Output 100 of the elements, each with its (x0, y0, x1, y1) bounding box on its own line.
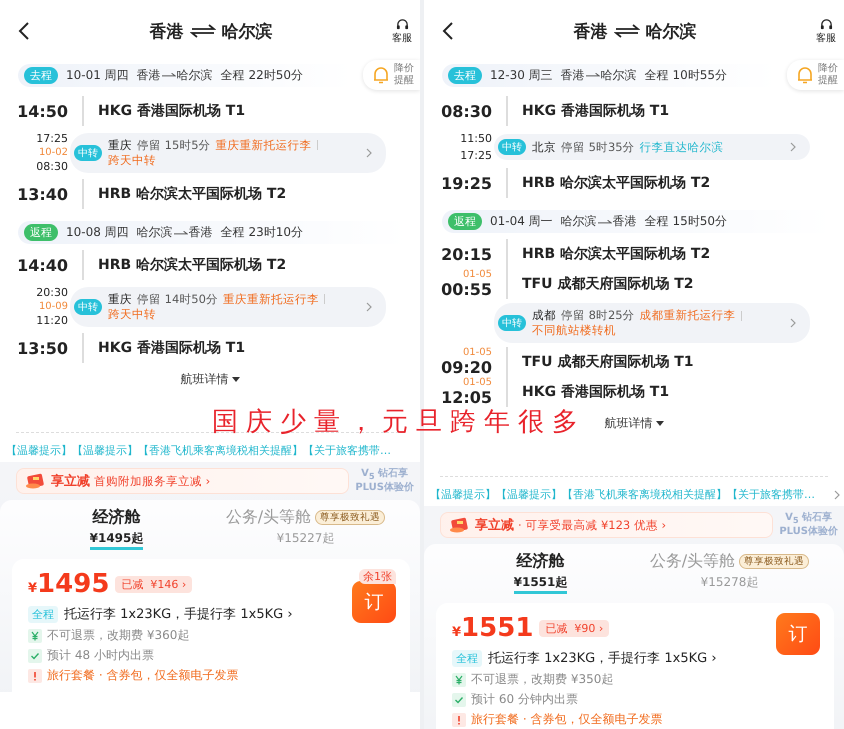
flight-details-link[interactable]: 航班详情 (604, 415, 652, 432)
departure-time: 11:20 (36, 313, 68, 329)
layover-duration: 停留 14时50分 (137, 292, 218, 306)
flight-time: 14:40 (17, 256, 68, 274)
caret-down-icon[interactable] (232, 377, 240, 382)
membership-level: V$_{5}$ 钻石享 (361, 468, 408, 482)
privilege-badge: 尊享极致礼遇 (739, 554, 810, 569)
transfer-city: 重庆 (108, 138, 132, 152)
destination-city: 哈尔滨 (646, 20, 696, 42)
transfer-city: 北京 (532, 140, 556, 154)
baggage-tag: 全程 (452, 650, 482, 666)
promo-text: 首购附加服务享立减 › (94, 474, 210, 488)
leg-tag: 返程 (448, 213, 482, 230)
flight-details-link[interactable]: 航班详情 (180, 371, 228, 388)
transfer-note: 重庆重新托运行李 (222, 292, 319, 306)
destination-city: 哈尔滨 (222, 20, 272, 42)
price-alert-button[interactable]: 降价提醒 (363, 60, 420, 90)
route-origin: 哈尔滨 (136, 224, 173, 241)
leg-duration: 全程 23时10分 (220, 224, 304, 241)
cabin-tab[interactable]: 经济舱 ¥1495起 (22, 507, 211, 550)
seats-left-badge: 余1张 (359, 569, 396, 584)
arrival-time: 17:25 (36, 131, 68, 147)
cabin-tab[interactable]: 公务/头等舱 尊享极致礼遇 ¥15278起 (635, 551, 824, 594)
departure-time: 08:30 (36, 159, 68, 175)
bell-icon (795, 65, 815, 85)
privilege-badge: 尊享极致礼遇 (315, 510, 386, 525)
next-day-date: 10-02 (38, 147, 68, 158)
promo-title: 享立减 (475, 516, 514, 534)
layover-duration: 停留 8时25分 (561, 308, 635, 323)
airport-name: HKG 香港国际机场 T1 (522, 102, 670, 120)
chevron-right-icon (790, 142, 796, 152)
transfer-info-bar[interactable]: 中转 北京 停留 5时35分 行李直达哈尔滨 (494, 134, 810, 160)
leg-duration: 全程 10时55分 (644, 66, 728, 84)
back-icon[interactable] (442, 21, 454, 41)
leg-date: 10-01 周四 (66, 66, 129, 84)
fare-condition: 预计 60 分钟内出票 (471, 691, 578, 708)
transfer-info-bar[interactable]: 中转 重庆 停留 14时50分 重庆重新托运行李 跨天中转 (70, 286, 386, 326)
leg-duration: 全程 15时50分 (644, 213, 728, 230)
promo-text: · 可享受最高减 ¥123 优惠 › (518, 518, 666, 532)
route-origin: 香港 (560, 66, 585, 84)
baggage-tag: 全程 (28, 606, 58, 622)
transfer-note: 不同航站楼转机 (532, 323, 616, 338)
route-origin: 香港 (136, 66, 161, 84)
leg-tag: 返程 (24, 224, 58, 241)
exclamation-icon (28, 668, 42, 682)
check-icon (28, 648, 42, 662)
airport-name: HKG 香港国际机场 T1 (98, 102, 246, 120)
flight-time: 13:40 (17, 184, 68, 204)
departure-time: 17:25 (460, 148, 492, 164)
fare-price: ¥1551 (452, 613, 534, 643)
chevron-right-icon (790, 318, 796, 328)
airport-name: HKG 香港国际机场 T1 (98, 339, 246, 357)
baggage-allowance[interactable]: 托运行李 1x23KG，手提行李 1x5KG › (488, 649, 717, 667)
leg-tag: 去程 (448, 66, 482, 84)
price-alert-button[interactable]: 降价提醒 (787, 60, 844, 90)
chevron-right-icon[interactable] (834, 490, 840, 500)
leg-tag: 去程 (24, 66, 58, 84)
headset-icon[interactable] (396, 18, 408, 30)
route-origin: 哈尔滨 (560, 213, 597, 230)
route-destination: 香港 (612, 213, 637, 230)
flight-time: 19:25 (441, 174, 492, 192)
plus-price-label: PLUS体验价 (355, 482, 414, 494)
airport-name: HKG 香港国际机场 T1 (522, 383, 670, 401)
transfer-note: 跨天中转 (108, 152, 156, 168)
promo-banner[interactable]: 享立减 首购附加服务享立减 › (16, 468, 350, 494)
plus-price-label: PLUS体验价 (779, 526, 838, 538)
fare-condition: 不可退票，改期费 ¥350起 (471, 671, 614, 688)
transfer-info-bar[interactable]: 中转 成都 停留 8时25分 成都重新托运行李 不同航站楼转机 (494, 303, 810, 343)
transfer-info-bar[interactable]: 中转 重庆 停留 15时5分 重庆重新托运行李 跨天中转 (70, 132, 386, 172)
swap-icon[interactable] (190, 24, 216, 38)
flight-time: 08:30 (441, 102, 492, 120)
cabin-tab[interactable]: 经济舱 ¥1551起 (446, 551, 635, 594)
airport-name: TFU 成都天府国际机场 T1 (522, 353, 694, 371)
bell-icon (371, 65, 391, 85)
next-day-date: 01-05 (462, 377, 492, 388)
origin-city: 香港 (150, 20, 184, 42)
service-label[interactable]: 客服 (392, 30, 412, 44)
fare-condition: 预计 48 小时内出票 (47, 647, 154, 664)
chevron-right-icon (366, 302, 372, 312)
route-destination: 哈尔滨 (600, 66, 637, 84)
caret-down-icon[interactable] (656, 421, 664, 426)
yen-icon (452, 672, 466, 686)
transfer-tag: 中转 (74, 298, 102, 314)
fare-price: ¥1495 (28, 569, 110, 599)
airport-name: HRB 哈尔滨太平国际机场 T2 (98, 256, 286, 274)
airport-name: HRB 哈尔滨太平国际机场 T2 (98, 185, 286, 203)
back-icon[interactable] (18, 21, 30, 41)
flight-time: 14:50 (17, 102, 68, 120)
transfer-note: 跨天中转 (108, 306, 156, 322)
layover-duration: 停留 15时5分 (137, 138, 211, 152)
promo-banner[interactable]: 享立减 · 可享受最高减 ¥123 优惠 › (440, 512, 774, 538)
baggage-allowance[interactable]: 托运行李 1x23KG，手提行李 1x5KG › (64, 605, 293, 623)
arrival-time: 20:30 (36, 285, 68, 301)
airport-name: TFU 成都天府国际机场 T2 (522, 275, 694, 293)
cabin-tab[interactable]: 公务/头等舱 尊享极致礼遇 ¥15227起 (211, 507, 400, 550)
arrival-time: 11:50 (460, 131, 492, 147)
service-label[interactable]: 客服 (816, 30, 836, 44)
headset-icon[interactable] (820, 18, 832, 30)
swap-icon[interactable] (614, 24, 640, 38)
transfer-city: 重庆 (108, 292, 132, 306)
